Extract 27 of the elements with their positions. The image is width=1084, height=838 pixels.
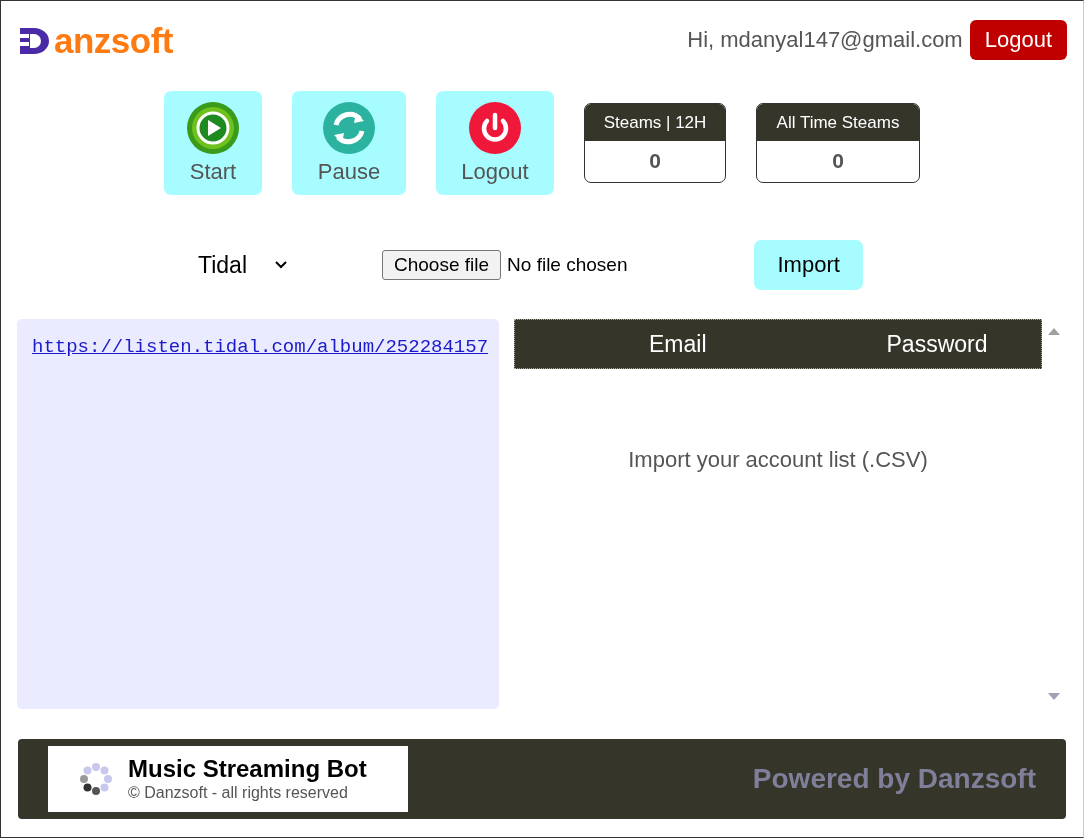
stat-label: Steams | 12H (585, 104, 725, 141)
column-header: Email (649, 330, 707, 358)
footer-title: Music Streaming Bot (128, 756, 367, 781)
spinner-icon (78, 761, 114, 797)
powered-by-text: Powered by Danzsoft (752, 763, 1036, 795)
stat-value: 0 (832, 149, 844, 172)
power-icon (468, 101, 522, 155)
action-button[interactable]: Logout (436, 91, 554, 195)
chevron-down-icon (275, 261, 287, 269)
choose-file-button[interactable]: Choose file (382, 250, 502, 280)
links-textarea[interactable]: https://listen.tidal.com/album/252284157 (17, 319, 499, 709)
copyright-text: © Danzsoft - all rights reserved (128, 783, 349, 802)
scroll-up-icon[interactable] (1048, 327, 1060, 335)
greeting-text: Hi, mdanyal147@gmail.com (687, 27, 963, 53)
brand-name: anzsoft (54, 22, 173, 58)
action-button[interactable]: Pause (292, 91, 406, 195)
action-button[interactable]: Start (164, 91, 262, 195)
refresh-icon (322, 101, 376, 155)
column-header: Password (886, 330, 988, 358)
stat-label: All Time Steams (757, 104, 919, 141)
scroll-down-icon[interactable] (1048, 693, 1060, 701)
logout-button[interactable]: Logout (969, 20, 1067, 60)
file-status: No file chosen (507, 254, 628, 276)
empty-message: Import your account list (.CSV) (628, 447, 928, 472)
play-icon (186, 101, 240, 155)
import-button[interactable]: Import (754, 240, 863, 290)
stat-value: 0 (649, 149, 661, 172)
